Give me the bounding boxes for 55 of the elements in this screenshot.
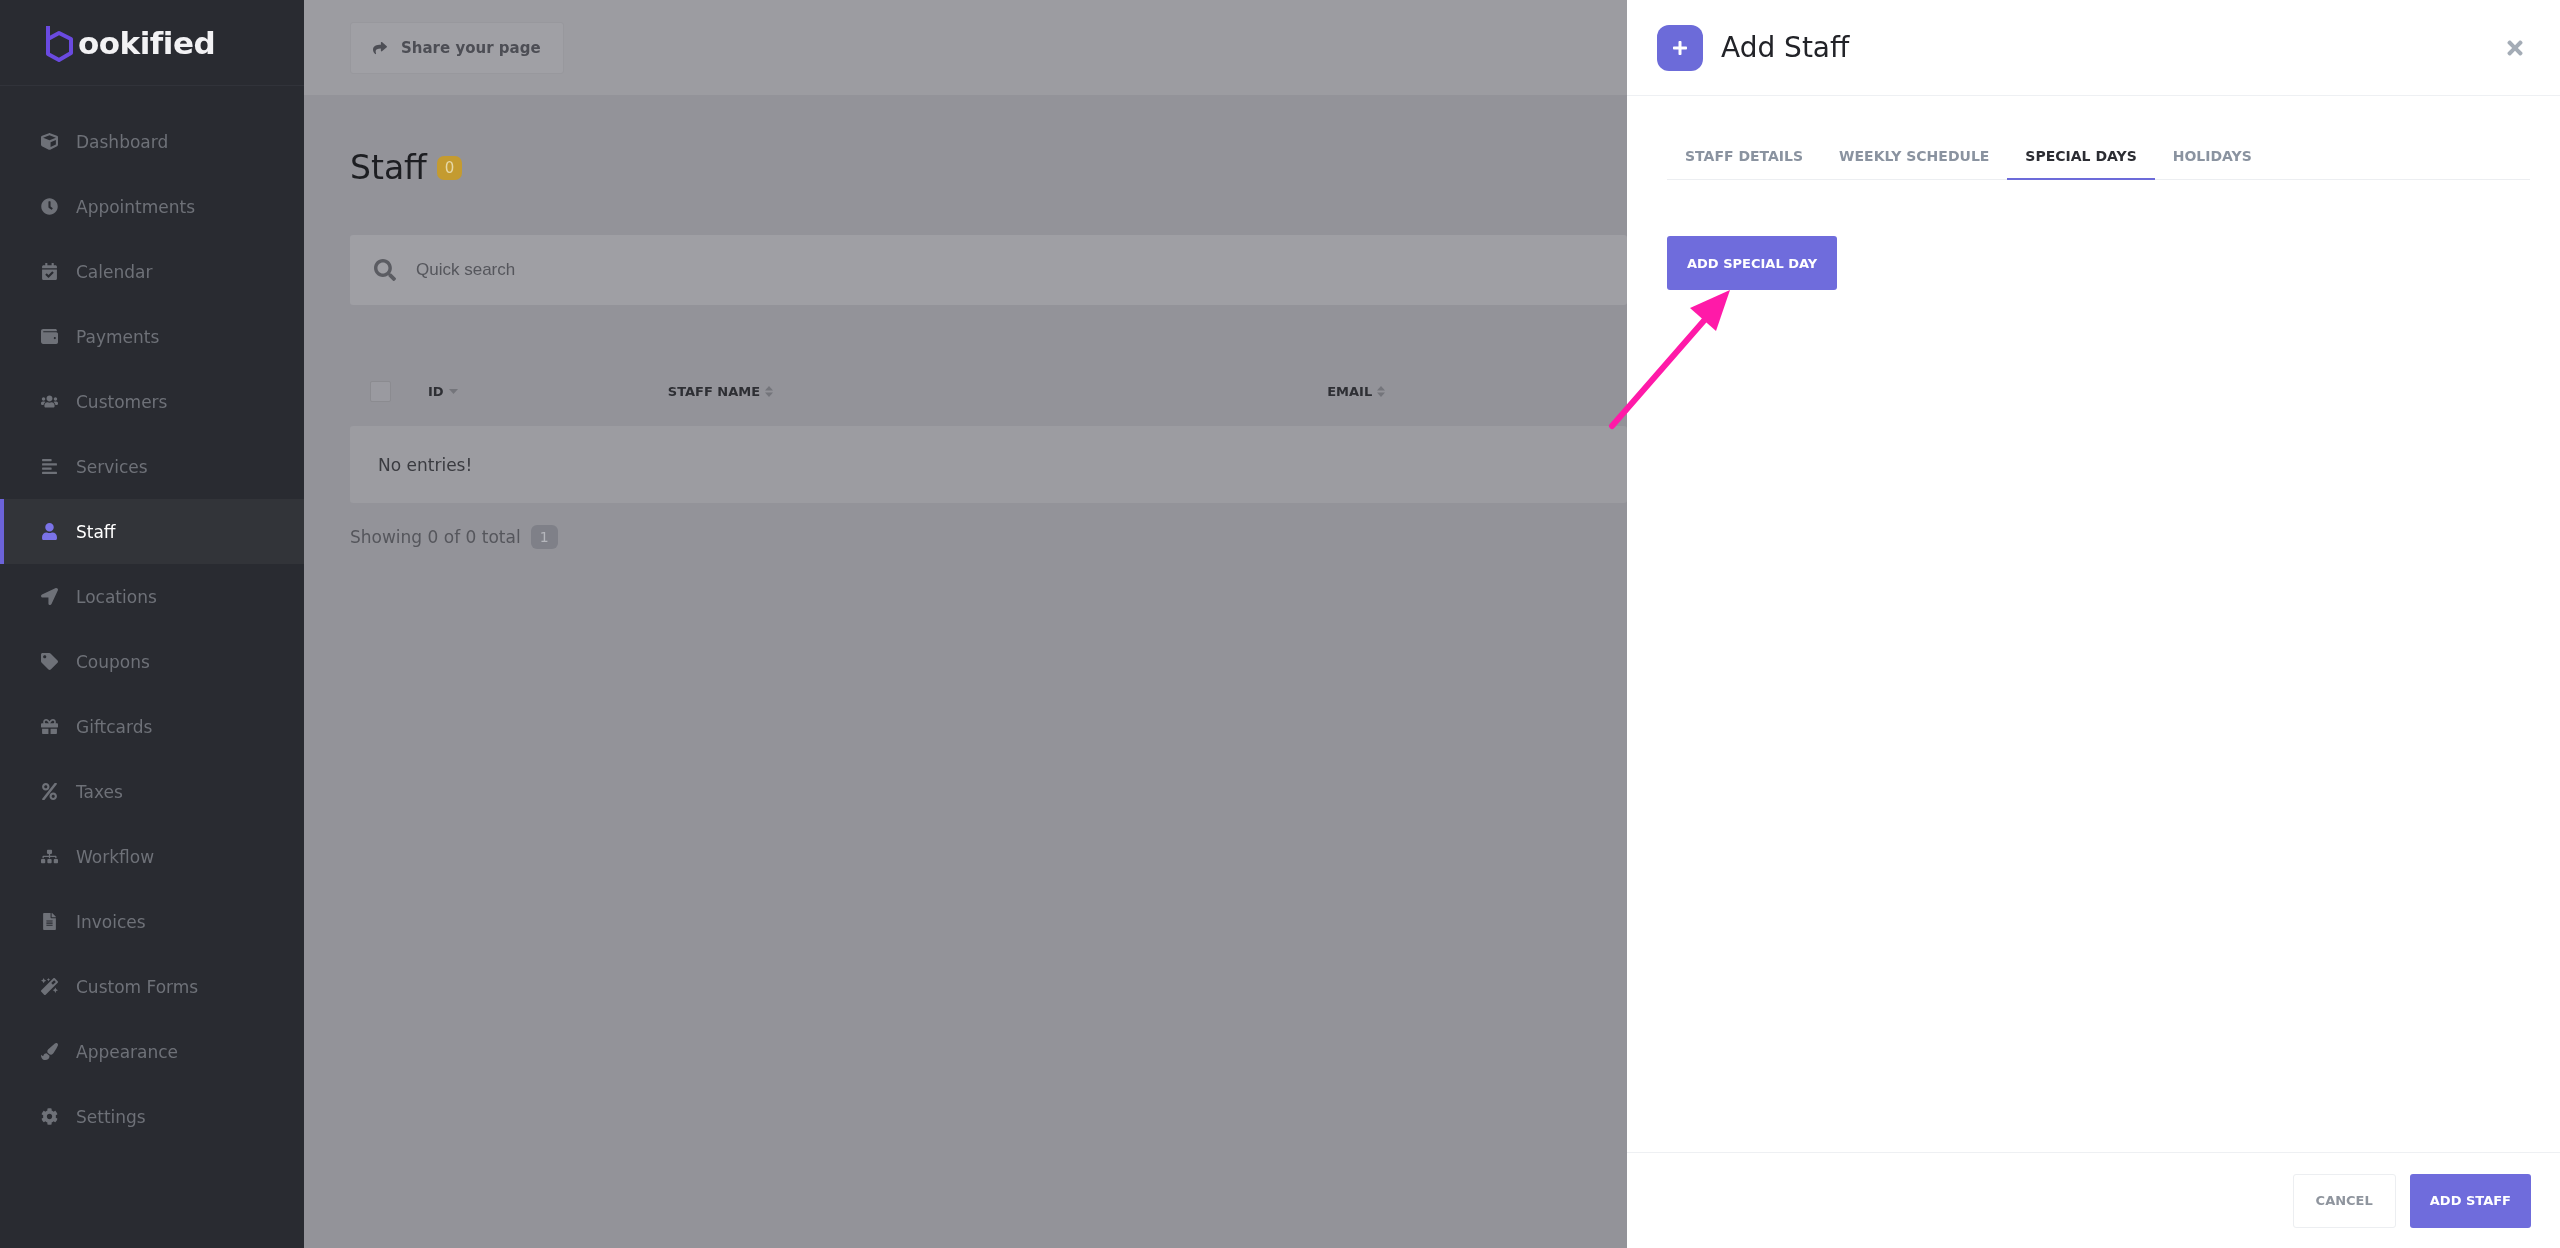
tag-icon bbox=[41, 653, 58, 670]
cube-icon bbox=[41, 133, 58, 150]
tab[interactable]: STAFF DETAILS bbox=[1667, 148, 1822, 180]
tab[interactable]: SPECIAL DAYS bbox=[2007, 148, 2155, 180]
panel-title: Add Staff bbox=[1721, 31, 1851, 64]
wallet-icon bbox=[41, 328, 58, 345]
wand-icon bbox=[41, 978, 58, 995]
search-input[interactable]: Quick search bbox=[414, 249, 1627, 291]
count-badge: 0 bbox=[436, 155, 463, 180]
add-special-day-button[interactable]: ADD SPECIAL DAY bbox=[1667, 236, 1838, 290]
users-icon bbox=[41, 393, 58, 410]
calendar-icon bbox=[41, 263, 58, 280]
sidebar-item[interactable]: Customers bbox=[0, 369, 304, 434]
sidebar-item[interactable]: Dashboard bbox=[0, 109, 304, 174]
search-field[interactable]: Quick search bbox=[350, 235, 1627, 305]
sidebar-item[interactable]: Custom Forms bbox=[0, 954, 304, 1019]
share-icon bbox=[373, 40, 387, 55]
sidebar-item[interactable]: Workflow bbox=[0, 824, 304, 889]
logo-text: ookified bbox=[78, 24, 216, 61]
column-header[interactable]: ID bbox=[427, 383, 668, 399]
lines-icon bbox=[41, 458, 58, 475]
sidebar-item[interactable]: Services bbox=[0, 434, 304, 499]
user-icon bbox=[41, 523, 58, 540]
sidebar-item[interactable]: Appointments bbox=[0, 174, 304, 239]
file-icon bbox=[41, 913, 58, 930]
settings-icon bbox=[41, 1108, 58, 1125]
location-arrow-icon bbox=[41, 588, 58, 605]
share-button[interactable]: Share your page bbox=[350, 21, 564, 74]
sidebar-item[interactable]: Giftcards bbox=[0, 694, 304, 759]
sidebar-item[interactable]: Invoices bbox=[0, 889, 304, 954]
cancel-button[interactable]: CANCEL bbox=[2292, 1173, 2396, 1228]
clock-icon bbox=[41, 198, 58, 215]
plus-icon bbox=[1657, 24, 1703, 71]
sidebar-item[interactable]: Appearance bbox=[0, 1019, 304, 1084]
sidebar-item[interactable]: Settings bbox=[0, 1084, 304, 1149]
sitemap-icon bbox=[41, 848, 58, 865]
sidebar-item[interactable]: Locations bbox=[0, 564, 304, 629]
page-title: Staff bbox=[350, 148, 427, 187]
brush-icon bbox=[41, 1043, 58, 1060]
sidebar-item[interactable]: Calendar bbox=[0, 239, 304, 304]
sidebar-item[interactable]: Coupons bbox=[0, 629, 304, 694]
pagination-summary: Showing 0 of 0 total bbox=[350, 527, 521, 547]
sidebar-item[interactable]: Staff bbox=[0, 499, 304, 564]
add-staff-button[interactable]: ADD STAFF bbox=[2409, 1173, 2531, 1228]
logo-icon bbox=[44, 23, 74, 62]
gift-icon bbox=[41, 718, 58, 735]
column-header[interactable]: EMAIL bbox=[1327, 383, 1627, 399]
sidebar-item[interactable]: Payments bbox=[0, 304, 304, 369]
tab[interactable]: WEEKLY SCHEDULE bbox=[1821, 148, 2008, 180]
search-icon bbox=[374, 259, 396, 281]
empty-message: No entries! bbox=[350, 426, 1627, 503]
tab[interactable]: HOLIDAYS bbox=[2154, 148, 2270, 180]
column-header[interactable]: STAFF NAME bbox=[667, 383, 1328, 399]
percent-icon bbox=[41, 783, 58, 800]
sidebar-item[interactable]: Taxes bbox=[0, 759, 304, 824]
